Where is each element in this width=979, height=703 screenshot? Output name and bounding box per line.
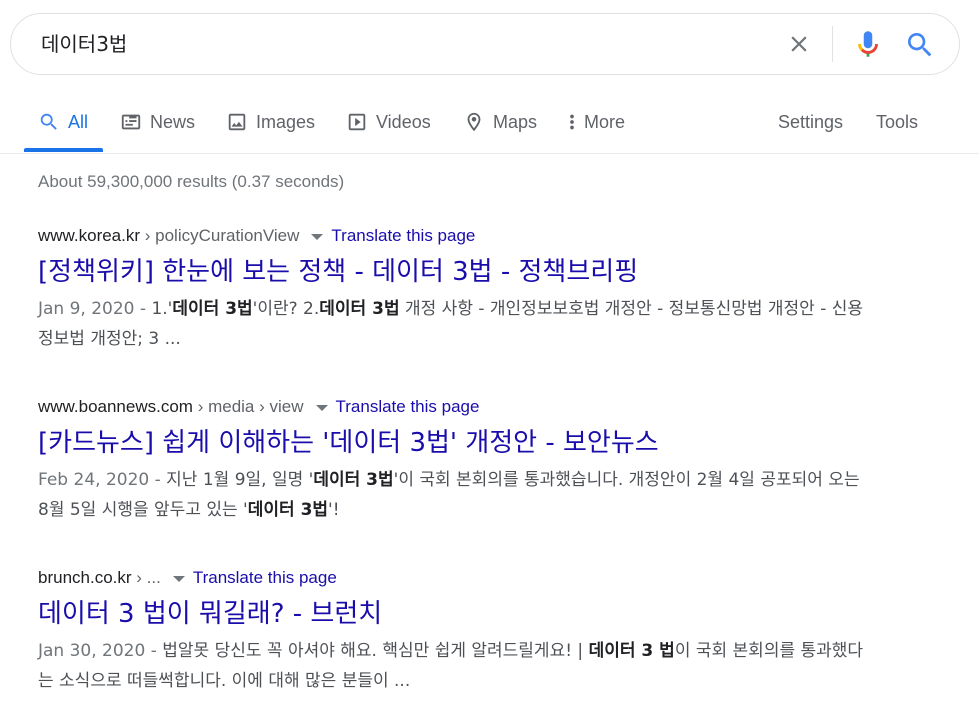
snippet-text: 법알못 당신도 꼭 아셔야 해요. 핵심만 쉽게 알려드릴게요! | — [162, 641, 589, 661]
settings-link[interactable]: Settings — [778, 100, 843, 144]
result-path: › ... — [131, 568, 161, 587]
snippet-text: '이란? 2. — [252, 299, 320, 319]
result-cite: www.boannews.com › media › view Translate… — [38, 395, 908, 419]
search-bar-divider — [832, 26, 833, 62]
search-result: brunch.co.kr › ... Translate this page 데이… — [38, 566, 908, 696]
search-tabs: All News Images Videos Maps More Setting… — [0, 100, 979, 153]
image-icon — [228, 113, 246, 131]
search-result: www.boannews.com › media › view Translate… — [38, 395, 908, 525]
snippet-highlight: 데이터 3법 — [313, 470, 394, 490]
news-icon — [121, 114, 141, 130]
snippet-highlight: 데이터 3법 — [172, 299, 253, 319]
result-snippet: Jan 9, 2020 - 1.'데이터 3법'이란? 2.데이터 3법 개정 … — [38, 294, 868, 354]
snippet-text: 1.' — [151, 299, 173, 319]
chevron-down-icon[interactable] — [172, 575, 185, 582]
result-cite: www.korea.kr › policyCurationView Transla… — [38, 224, 908, 248]
translate-link[interactable]: Translate this page — [331, 226, 475, 245]
settings-label: Settings — [778, 111, 844, 132]
snippet-text: 지난 1월 9일, 일명 ' — [166, 470, 314, 490]
snippet-highlight: 데이터 3 법 — [588, 641, 675, 661]
tab-label: All — [68, 111, 89, 132]
active-tab-indicator — [24, 148, 103, 152]
tools-link[interactable]: Tools — [876, 100, 918, 144]
result-date: Jan 30, 2020 - — [38, 641, 163, 661]
result-domain: brunch.co.kr — [38, 568, 132, 587]
play-icon — [348, 113, 366, 131]
tab-maps[interactable]: Maps — [463, 100, 537, 144]
snippet-text: '! — [328, 500, 340, 520]
tab-label: Images — [256, 111, 316, 132]
tab-label: Maps — [493, 111, 538, 132]
close-icon — [791, 36, 807, 52]
result-path: › policyCurationView — [140, 226, 300, 245]
search-input[interactable] — [41, 14, 741, 74]
search-result: www.korea.kr › policyCurationView Transla… — [38, 224, 908, 354]
microphone-icon — [858, 31, 878, 57]
tab-label: More — [584, 111, 626, 132]
result-snippet: Jan 30, 2020 - 법알못 당신도 꼭 아셔야 해요. 핵심만 쉽게 … — [38, 636, 868, 696]
tab-news[interactable]: News — [120, 100, 195, 144]
result-stats: About 59,300,000 results (0.37 seconds) — [38, 172, 345, 191]
result-title-link[interactable]: [카드뉴스] 쉽게 이해하는 '데이터 3법' 개정안 - 보안뉴스 — [38, 425, 908, 461]
snippet-highlight: 데이터 3법 — [247, 500, 329, 520]
result-title-link[interactable]: 데이터 3 법이 뭐길래? - 브런치 — [38, 596, 908, 632]
map-pin-icon — [467, 112, 481, 132]
search-icon — [40, 113, 57, 130]
result-domain: www.korea.kr — [38, 226, 141, 245]
chevron-down-icon[interactable] — [315, 404, 328, 411]
chevron-down-icon[interactable] — [311, 233, 324, 240]
tabs-divider — [0, 153, 979, 154]
result-path: › media › view — [192, 397, 304, 416]
search-button[interactable] — [904, 29, 936, 61]
voice-search-button[interactable] — [851, 27, 885, 61]
search-icon — [908, 33, 932, 57]
tab-videos[interactable]: Videos — [346, 100, 431, 144]
result-snippet: Feb 24, 2020 - 지난 1월 9일, 일명 '데이터 3법'이 국회… — [38, 465, 868, 525]
more-vert-icon — [570, 114, 574, 130]
result-date: Feb 24, 2020 - — [38, 470, 167, 490]
tab-images[interactable]: Images — [226, 100, 315, 144]
result-domain: www.boannews.com — [38, 397, 193, 416]
clear-search-button[interactable] — [786, 31, 812, 57]
result-date: Jan 9, 2020 - — [38, 299, 152, 319]
tools-label: Tools — [876, 111, 919, 132]
translate-link[interactable]: Translate this page — [336, 397, 480, 416]
snippet-highlight: 데이터 3법 — [319, 299, 400, 319]
tab-all[interactable]: All — [38, 100, 88, 144]
search-bar — [10, 13, 960, 75]
result-title-link[interactable]: [정책위키] 한눈에 보는 정책 - 데이터 3법 - 정책브리핑 — [38, 254, 908, 290]
tab-label: Videos — [376, 111, 431, 132]
tab-more[interactable]: More — [564, 100, 625, 144]
tab-label: News — [150, 111, 196, 132]
translate-link[interactable]: Translate this page — [193, 568, 337, 587]
result-cite: brunch.co.kr › ... Translate this page — [38, 566, 908, 590]
